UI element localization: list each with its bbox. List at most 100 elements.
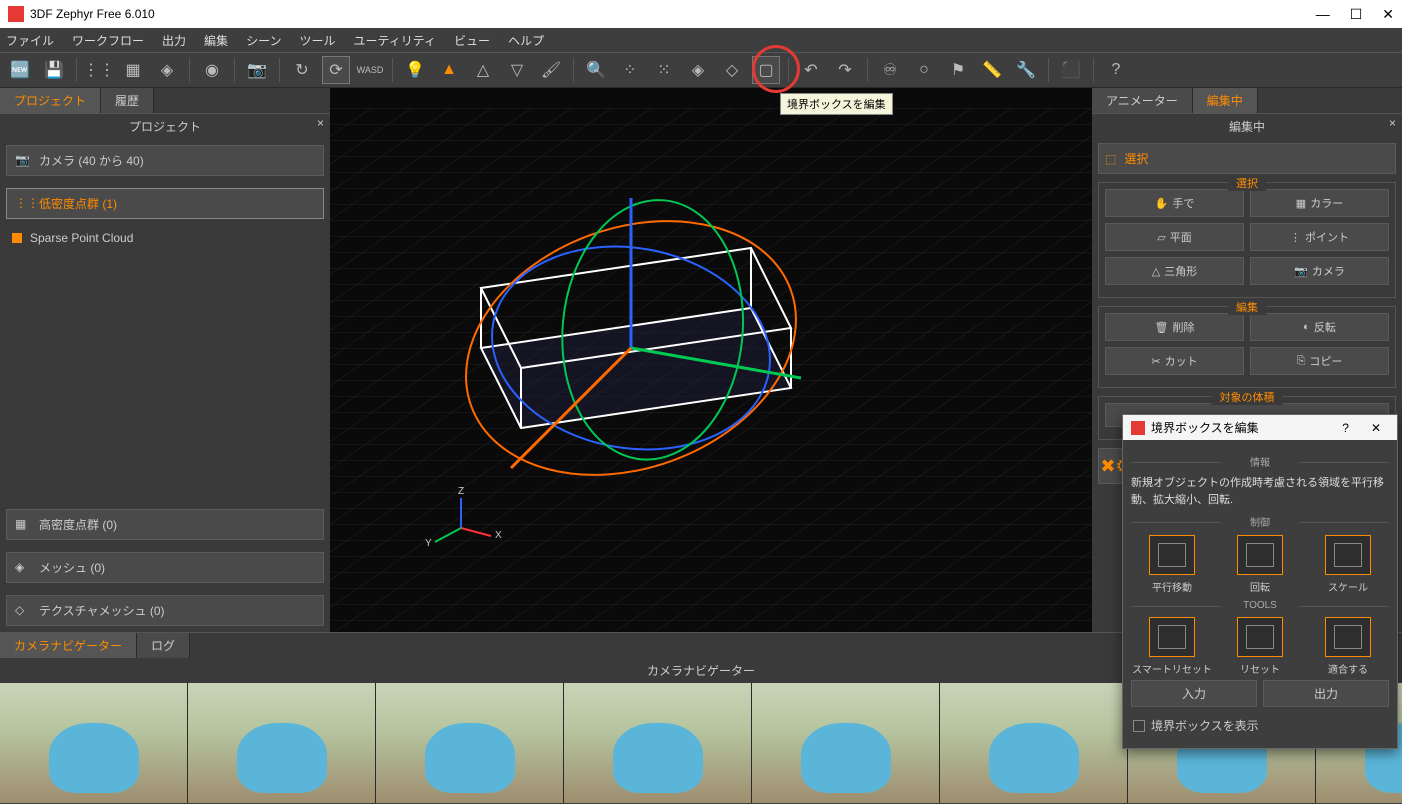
rotate-button[interactable] [1237,535,1283,575]
btn-camera[interactable]: 📷カメラ [1250,257,1389,285]
bounding-box-dialog: 境界ボックスを編集 ? ✕ 情報 新規オブジェクトの作成時考慮される領域を平行移… [1122,414,1398,749]
cube-icon[interactable]: ◉ [198,56,226,84]
tab-log[interactable]: ログ [137,633,190,658]
help-icon[interactable]: ? [1102,56,1130,84]
cube2-icon[interactable]: ◈ [684,56,712,84]
dialog-section-control: 制御 [1131,514,1389,529]
menu-tool[interactable]: ツール [299,32,335,49]
menu-scene[interactable]: シーン [246,32,281,49]
fit-button[interactable] [1325,617,1371,657]
inspect-icon[interactable]: 🔍 [582,56,610,84]
btn-hand[interactable]: ✋手で [1105,189,1244,217]
lasso-icon[interactable]: ♾ [876,56,904,84]
menu-edit[interactable]: 編集 [204,32,228,49]
btn-cut[interactable]: ✂カット [1105,347,1244,375]
item-cameras[interactable]: 📷 カメラ (40 から 40) [6,145,324,176]
cube3-icon[interactable]: ◇ [718,56,746,84]
btn-point[interactable]: ⋮ポイント [1250,223,1389,251]
dialog-title-text: 境界ボックスを編集 [1151,419,1328,436]
select-icon: ⬚ [1105,152,1116,166]
thumbnail[interactable] [564,683,752,803]
dialog-logo-icon [1131,421,1145,435]
item-sparse-group[interactable]: ⋮⋮ 低密度点群 (1) [6,188,324,219]
input-button[interactable]: 入力 [1131,680,1257,707]
menu-utility[interactable]: ユーティリティ [353,32,436,49]
mesh-icon[interactable]: ◈ [153,56,181,84]
points1-icon[interactable]: ⁘ [616,56,644,84]
item-sparse-cloud[interactable]: Sparse Point Cloud [0,225,330,251]
dialog-close-button[interactable]: ✕ [1363,421,1389,435]
editing-panel-title: 編集中 × [1092,113,1402,139]
wrench-icon[interactable]: 🔧 [1012,56,1040,84]
ruler-icon[interactable]: 📏 [978,56,1006,84]
dense-small-icon: ▦ [15,517,31,533]
btn-color[interactable]: ▦カラー [1250,189,1389,217]
btn-copy[interactable]: ⎘コピー [1250,347,1389,375]
brush-icon[interactable]: 🖌 [537,56,565,84]
thumbnail[interactable] [940,683,1128,803]
menu-view[interactable]: ビュー [454,32,490,49]
maximize-button[interactable]: ☐ [1350,6,1363,23]
scale-button[interactable] [1325,535,1371,575]
texmesh-small-icon: ◇ [15,603,31,619]
panel-close-icon[interactable]: × [1389,116,1396,130]
left-panel: プロジェクト 履歴 プロジェクト × 📷 カメラ (40 から 40) ⋮⋮ 低… [0,88,330,632]
tab-camera-nav[interactable]: カメラナビゲーター [0,633,137,658]
camera-small-icon: 📷 [15,153,31,169]
btn-delete[interactable]: 🗑削除 [1105,313,1244,341]
3d-cube-icon[interactable]: ⬛ [1057,56,1085,84]
reset-button[interactable] [1237,617,1283,657]
tab-project[interactable]: プロジェクト [0,88,101,113]
save-icon[interactable]: 💾 [40,56,68,84]
minimize-button[interactable]: — [1316,6,1330,23]
menu-file[interactable]: ファイル [6,32,54,49]
circle-icon[interactable]: ○ [910,56,938,84]
light-icon[interactable]: 💡 [401,56,429,84]
orbit-icon[interactable]: ↻ [288,56,316,84]
points2-icon[interactable]: ⁙ [650,56,678,84]
sparse-icon[interactable]: ⋮⋮ [85,56,113,84]
menu-help[interactable]: ヘルプ [508,32,544,49]
rotate-icon[interactable]: ⟳ [322,56,350,84]
dense-box-icon[interactable]: ▦ [119,56,147,84]
3d-viewport[interactable]: Z X Y [330,88,1092,632]
output-button[interactable]: 出力 [1263,680,1389,707]
select-main-button[interactable]: ⬚ 選択 [1098,143,1396,174]
btn-invert[interactable]: ◐反転 [1250,313,1389,341]
triangle1-icon[interactable]: ▲ [435,56,463,84]
menu-workflow[interactable]: ワークフロー [72,32,144,49]
checkbox-icon [1133,720,1145,732]
undo-icon[interactable]: ↶ [797,56,825,84]
triangle3-icon[interactable]: ▽ [503,56,531,84]
item-mesh[interactable]: ◈ メッシュ (0) [6,552,324,583]
thumbnail[interactable] [376,683,564,803]
btn-plane[interactable]: ▱平面 [1105,223,1244,251]
translate-button[interactable] [1149,535,1195,575]
thumbnail[interactable] [188,683,376,803]
close-button[interactable]: ✕ [1382,6,1394,23]
item-dense[interactable]: ▦ 高密度点群 (0) [6,509,324,540]
camera-icon[interactable]: 📷 [243,56,271,84]
dialog-section-info: 情報 [1131,454,1389,469]
thumbnail[interactable] [0,683,188,803]
tab-editing[interactable]: 編集中 [1193,88,1258,113]
panel-close-icon[interactable]: × [317,116,324,130]
tab-animator[interactable]: アニメーター [1092,88,1193,113]
color-swatch-icon [12,233,22,243]
flag-icon[interactable]: ⚑ [944,56,972,84]
btn-triangle[interactable]: △三角形 [1105,257,1244,285]
triangle2-icon[interactable]: △ [469,56,497,84]
new-icon[interactable]: 🆕 [6,56,34,84]
redo-icon[interactable]: ↷ [831,56,859,84]
item-texmesh[interactable]: ◇ テクスチャメッシュ (0) [6,595,324,626]
bounding-box-button[interactable]: ▢ [752,56,780,84]
smart-reset-button[interactable] [1149,617,1195,657]
show-bbox-checkbox[interactable]: 境界ボックスを表示 [1131,711,1389,740]
titlebar: 3DF Zephyr Free 6.010 — ☐ ✕ [0,0,1402,28]
dialog-help-button[interactable]: ? [1334,421,1357,435]
wasd-icon[interactable]: WASD [356,56,384,84]
tab-history[interactable]: 履歴 [101,88,154,113]
app-logo-icon [8,6,24,22]
thumbnail[interactable] [752,683,940,803]
menu-output[interactable]: 出力 [162,32,186,49]
